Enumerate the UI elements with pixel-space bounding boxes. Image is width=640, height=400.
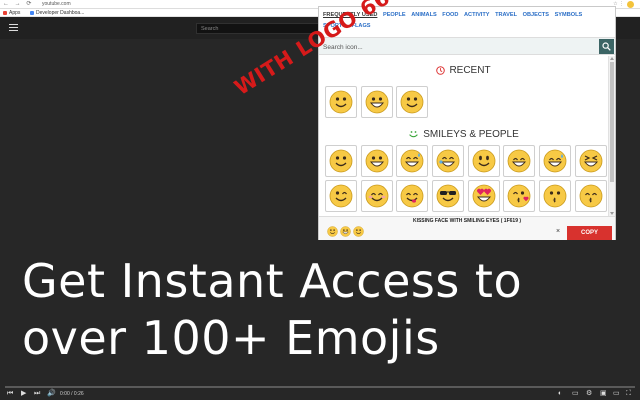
autoplay-toggle-icon[interactable]: ◐: [558, 389, 562, 399]
sweat-smile-emoji-icon: [543, 149, 567, 173]
selection-status-bar: KISSING FACE WITH SMILING EYES ( 1F619 )…: [319, 216, 615, 240]
emoji-search-row: [319, 37, 615, 55]
blushing-emoji-icon: [365, 184, 389, 208]
tab-activity[interactable]: ACTIVITY: [464, 10, 489, 21]
rolling-laughing-emoji-icon: [436, 149, 460, 173]
video-time: 0:00 / 0:26: [60, 391, 84, 397]
play-icon[interactable]: ▶: [21, 389, 26, 399]
previous-icon[interactable]: ⏮: [7, 389, 13, 399]
slightly-smiling-emoji-icon: [327, 226, 338, 237]
emoji-search-button[interactable]: [599, 39, 614, 54]
theater-icon[interactable]: ▭: [613, 389, 620, 399]
emoji-picker-popup: FREQUENTLY USED PEOPLE ANIMALS FOOD ACTI…: [318, 6, 616, 240]
heart-eyes-emoji-icon: [472, 184, 496, 208]
emoji-tile-grin-squint[interactable]: [503, 145, 536, 177]
miniplayer-icon[interactable]: ▣: [600, 389, 607, 399]
profile-avatar[interactable]: [627, 1, 634, 8]
emoji-tile-heart-eyes[interactable]: [467, 180, 500, 212]
volume-icon[interactable]: 🔊: [47, 389, 56, 399]
emoji-tile-yum[interactable]: [396, 180, 429, 212]
slightly-smiling-emoji-icon: [329, 149, 353, 173]
grin-squint-emoji-icon: [508, 149, 531, 173]
scroll-down-icon[interactable]: [610, 212, 614, 215]
emoji-tile-neutral-smile[interactable]: [467, 145, 500, 177]
sunglasses-emoji-icon: [436, 184, 460, 208]
site-search-box[interactable]: Search: [196, 23, 320, 34]
headline-line-1: Get Instant Access to: [22, 254, 523, 308]
recent-title: RECENT: [449, 65, 491, 76]
emoji-tile-slightly-smiling[interactable]: [325, 145, 357, 177]
next-icon[interactable]: ⏭: [34, 389, 40, 399]
emoji-tile-grinning-teeth[interactable]: [360, 86, 393, 118]
emoji-tile-blushing[interactable]: [360, 180, 393, 212]
grinning-teeth-emoji-icon: [365, 90, 389, 114]
recent-header: RECENT: [319, 65, 608, 77]
smileys-header: SMILEYS & PEOPLE: [319, 129, 608, 141]
tab-travel[interactable]: TRAVEL: [495, 10, 517, 21]
recent-emoji-row: [325, 86, 432, 118]
tab-symbols[interactable]: SYMBOLS: [555, 10, 583, 21]
emoji-tile-grinning-teeth[interactable]: [360, 145, 393, 177]
squinting-laugh-emoji-icon: [579, 149, 603, 173]
nav-arrows-icon[interactable]: ← → ⟳: [3, 0, 33, 9]
winking-emoji-icon: [329, 184, 353, 208]
page: ← → ⟳ youtube.com ☆ ⋮ Apps Developer Das…: [0, 0, 640, 400]
dashboard-icon: [30, 10, 34, 15]
bookmark-developer-dashboard[interactable]: Developer Dashboa...: [30, 9, 84, 17]
clock-icon: [436, 66, 446, 75]
tab-objects[interactable]: OBJECTS: [523, 10, 549, 21]
tab-food[interactable]: FOOD: [442, 10, 458, 21]
tab-animals[interactable]: ANIMALS: [411, 10, 436, 21]
current-emoji-name: KISSING FACE WITH SMILING EYES ( 1F619 ): [412, 218, 522, 224]
video-controls: ⏮ ▶ ⏭ 🔊 0:00 / 0:26 ◐ ▭ ⚙ ▣ ▭ ⛶: [0, 388, 640, 400]
settings-gear-icon[interactable]: ⚙: [586, 389, 592, 399]
apps-icon: [3, 10, 7, 15]
smileys-emoji-row-1: [325, 145, 608, 177]
emoji-tile-grinning-sweat[interactable]: [396, 145, 429, 177]
bookmark-apps[interactable]: Apps: [3, 9, 20, 17]
emoji-tile-smiling[interactable]: [396, 86, 429, 118]
emoji-tile-winking[interactable]: [325, 180, 357, 212]
grinning-teeth-emoji-icon: [340, 226, 351, 237]
kissing-smiling-eyes-emoji-icon: [579, 184, 603, 208]
emoji-tile-sweat-smile[interactable]: [539, 145, 572, 177]
emoji-tile-sunglasses[interactable]: [432, 180, 465, 212]
selected-emojis: [327, 226, 366, 237]
slightly-smiling-emoji-icon: [329, 90, 353, 114]
smiling-emoji-icon: [400, 90, 424, 114]
tab-people[interactable]: PEOPLE: [383, 10, 406, 21]
grinning-sweat-emoji-icon: [400, 149, 424, 173]
menu-icon[interactable]: [9, 24, 18, 31]
promo-headline: Get Instant Access to over 100+ Emojis: [22, 253, 522, 367]
yum-emoji-icon: [400, 184, 424, 208]
scrollbar-thumb[interactable]: [610, 62, 614, 182]
headline-line-2: over 100+ Emojis: [22, 311, 440, 365]
emoji-tile-kissing-smiling-eyes[interactable]: [574, 180, 607, 212]
clear-selection-button[interactable]: ×: [556, 228, 560, 236]
smiling-emoji-icon: [353, 226, 364, 237]
emoji-search-input[interactable]: [323, 40, 593, 54]
emoji-tile-kissing-heart[interactable]: [503, 180, 536, 212]
address-bar[interactable]: youtube.com: [42, 0, 71, 9]
kissing-heart-emoji-icon: [508, 184, 531, 208]
emoji-tile-rolling-laughing[interactable]: [432, 145, 465, 177]
emoji-tile-slightly-smiling[interactable]: [325, 86, 357, 118]
subtitles-icon[interactable]: ▭: [572, 389, 579, 399]
emoji-scroll-area[interactable]: RECENT SMILEYS & PEOPLE: [319, 56, 608, 216]
grinning-teeth-emoji-icon: [365, 149, 389, 173]
smile-icon: [409, 130, 418, 138]
emoji-scrollbar[interactable]: [608, 56, 615, 216]
search-icon: [602, 42, 611, 51]
copy-button[interactable]: COPY: [567, 226, 612, 240]
fullscreen-icon[interactable]: ⛶: [626, 389, 631, 399]
smileys-title: SMILEYS & PEOPLE: [423, 129, 519, 140]
neutral-smile-emoji-icon: [472, 149, 496, 173]
smileys-emoji-row-2: [325, 180, 608, 212]
emoji-tile-squinting-laugh[interactable]: [574, 145, 607, 177]
emoji-tile-kissing[interactable]: [539, 180, 572, 212]
kissing-emoji-icon: [543, 184, 567, 208]
scroll-up-icon[interactable]: [610, 57, 614, 60]
